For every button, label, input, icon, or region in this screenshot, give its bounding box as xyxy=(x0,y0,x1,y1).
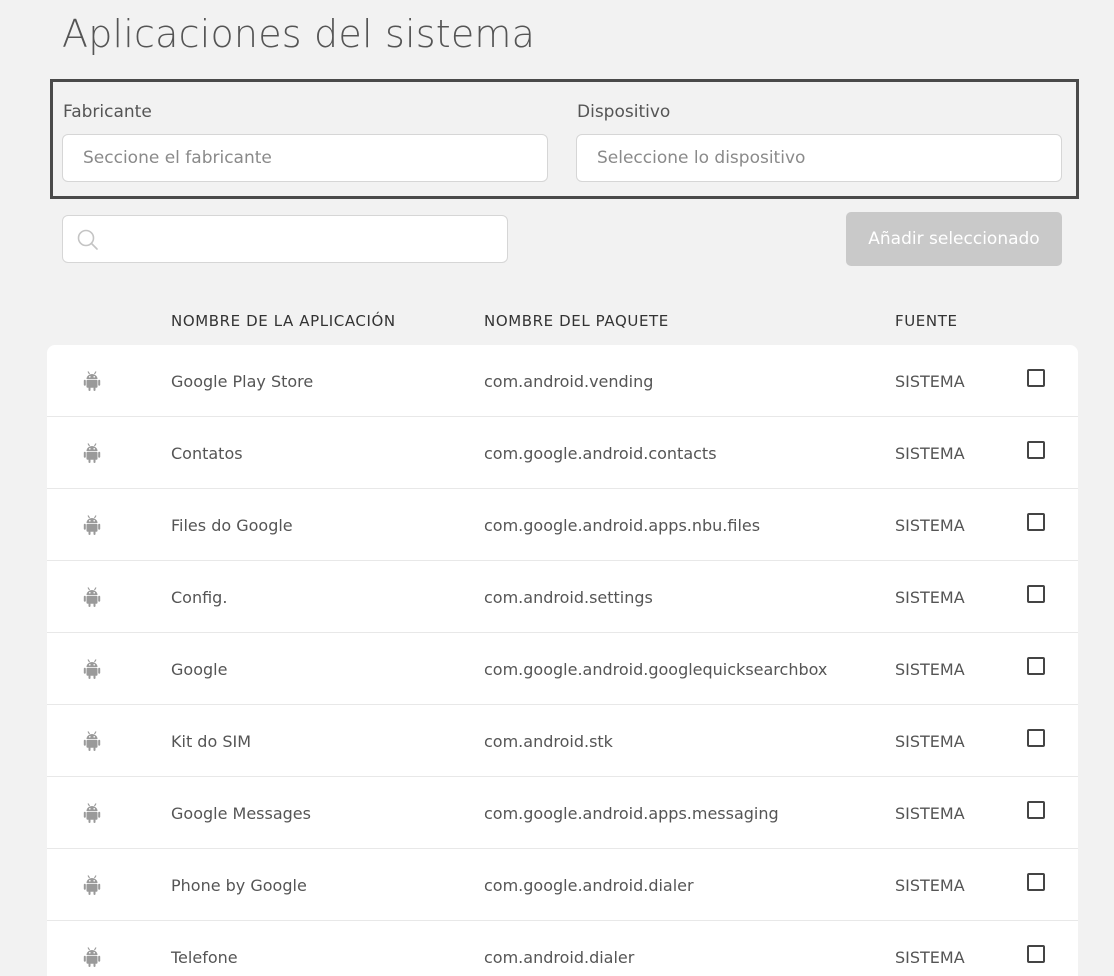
app-name-cell: Config. xyxy=(171,587,228,607)
app-name-cell: Google Play Store xyxy=(171,371,314,391)
app-name-cell: Phone by Google xyxy=(171,875,307,895)
search-icon xyxy=(77,229,98,250)
app-name-cell: Google xyxy=(171,659,228,679)
table-row[interactable]: Files do Google com.google.android.apps.n… xyxy=(47,489,1078,561)
app-name-cell: Files do Google xyxy=(171,515,293,535)
table-row[interactable]: Google Play Store com.android.vending SIST… xyxy=(47,345,1078,417)
row-select-checkbox[interactable] xyxy=(1027,729,1045,747)
android-icon xyxy=(80,657,104,681)
package-name-cell: com.android.settings xyxy=(484,587,653,607)
device-label: Dispositivo xyxy=(577,102,671,122)
table-row[interactable]: Google Messages com.google.android.apps.m… xyxy=(47,777,1078,849)
source-cell: SISTEMA xyxy=(895,731,965,751)
app-name-cell: Telefone xyxy=(171,947,238,967)
source-cell: SISTEMA xyxy=(895,443,965,463)
row-select-checkbox[interactable] xyxy=(1027,441,1045,459)
android-icon xyxy=(80,945,104,969)
android-icon xyxy=(80,513,104,537)
android-icon xyxy=(80,585,104,609)
filter-panel: Fabricante Seccione el fabricante Dispos… xyxy=(50,79,1079,199)
row-select-checkbox[interactable] xyxy=(1027,513,1045,531)
package-name-cell: com.google.android.googlequicksearchbox xyxy=(484,659,828,679)
search-input[interactable] xyxy=(62,215,508,263)
source-cell: SISTEMA xyxy=(895,659,965,679)
android-icon xyxy=(80,369,104,393)
package-name-cell: com.google.android.apps.messaging xyxy=(484,803,779,823)
row-select-checkbox[interactable] xyxy=(1027,801,1045,819)
device-select[interactable]: Seleccione lo dispositivo xyxy=(576,134,1062,182)
table-row[interactable]: Telefone com.android.dialer SISTEMA xyxy=(47,921,1078,976)
android-icon xyxy=(80,801,104,825)
source-cell: SISTEMA xyxy=(895,371,965,391)
row-select-checkbox[interactable] xyxy=(1027,369,1045,387)
package-name-cell: com.android.dialer xyxy=(484,947,635,967)
system-apps-page: Aplicaciones del sistema Fabricante Secc… xyxy=(0,0,1114,976)
android-icon xyxy=(80,729,104,753)
app-name-cell: Contatos xyxy=(171,443,243,463)
android-icon xyxy=(80,441,104,465)
table-row[interactable]: Contatos com.google.android.contacts SISTE… xyxy=(47,417,1078,489)
column-header-app-name[interactable]: NOMBRE DE LA APLICACIÓN xyxy=(171,312,396,330)
apps-table: Google Play Store com.android.vending SIST… xyxy=(47,345,1078,976)
package-name-cell: com.google.android.dialer xyxy=(484,875,694,895)
add-selected-button[interactable]: Añadir seleccionado xyxy=(846,212,1062,266)
page-title: Aplicaciones del sistema xyxy=(62,12,536,56)
manufacturer-placeholder: Seccione el fabricante xyxy=(83,148,272,168)
device-placeholder: Seleccione lo dispositivo xyxy=(597,148,806,168)
row-select-checkbox[interactable] xyxy=(1027,585,1045,603)
source-cell: SISTEMA xyxy=(895,947,965,967)
row-select-checkbox[interactable] xyxy=(1027,657,1045,675)
table-row[interactable]: Google com.google.android.googlequicksear… xyxy=(47,633,1078,705)
manufacturer-label: Fabricante xyxy=(63,102,152,122)
column-header-package-name[interactable]: NOMBRE DEL PAQUETE xyxy=(484,312,669,330)
manufacturer-select[interactable]: Seccione el fabricante xyxy=(62,134,548,182)
source-cell: SISTEMA xyxy=(895,875,965,895)
package-name-cell: com.google.android.contacts xyxy=(484,443,717,463)
package-name-cell: com.google.android.apps.nbu.files xyxy=(484,515,761,535)
source-cell: SISTEMA xyxy=(895,515,965,535)
table-row[interactable]: Phone by Google com.google.android.dialer… xyxy=(47,849,1078,921)
table-row[interactable]: Kit do SIM com.android.stk SISTEMA xyxy=(47,705,1078,777)
row-select-checkbox[interactable] xyxy=(1027,945,1045,963)
column-header-source[interactable]: FUENTE xyxy=(895,312,958,330)
package-name-cell: com.android.stk xyxy=(484,731,613,751)
source-cell: SISTEMA xyxy=(895,587,965,607)
source-cell: SISTEMA xyxy=(895,803,965,823)
package-name-cell: com.android.vending xyxy=(484,371,654,391)
row-select-checkbox[interactable] xyxy=(1027,873,1045,891)
table-row[interactable]: Config. com.android.settings SISTEMA xyxy=(47,561,1078,633)
app-name-cell: Kit do SIM xyxy=(171,731,252,751)
android-icon xyxy=(80,873,104,897)
app-name-cell: Google Messages xyxy=(171,803,311,823)
